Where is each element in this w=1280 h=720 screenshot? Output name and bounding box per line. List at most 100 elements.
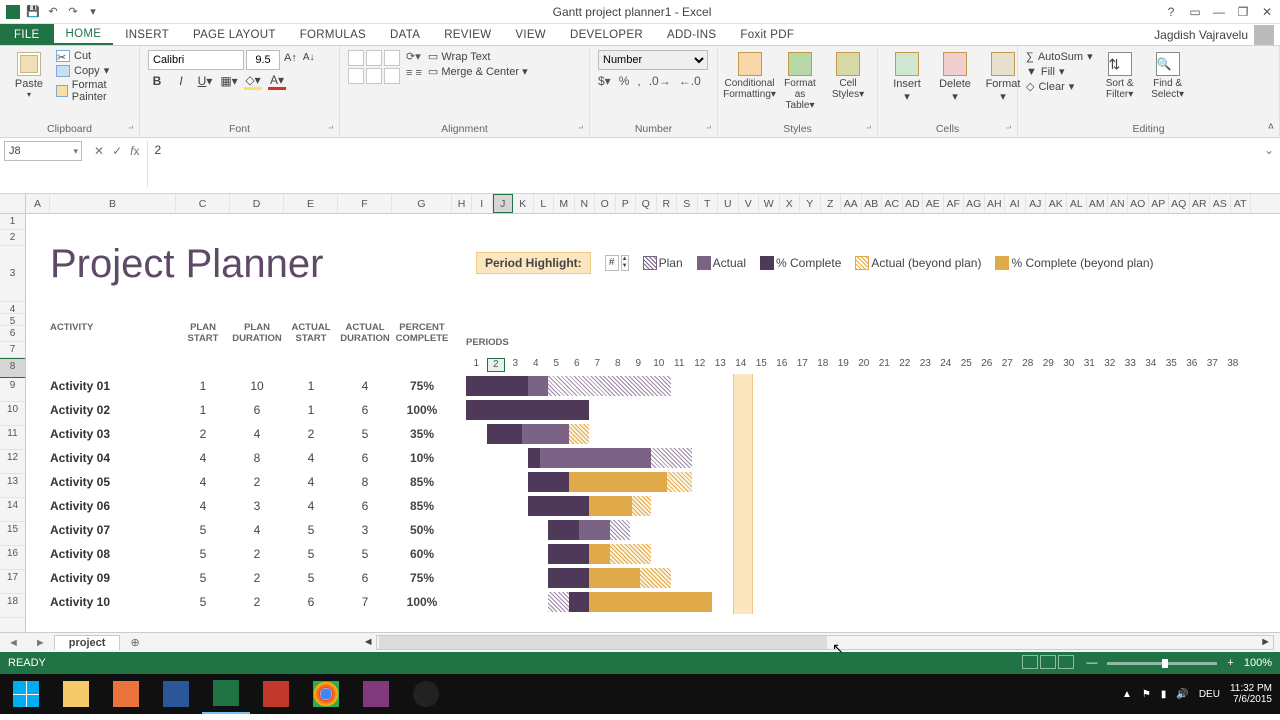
tab-insert[interactable]: INSERT	[113, 24, 181, 45]
copy-button[interactable]: Copy ▾	[56, 64, 131, 77]
fx-icon[interactable]: fx	[130, 144, 139, 158]
system-tray[interactable]: ▲ ⚑ ▮ 🔊 DEU 11:32 PM7/6/2015	[1122, 683, 1280, 705]
tab-file[interactable]: FILE	[0, 24, 54, 45]
taskbar-explorer[interactable]	[52, 674, 100, 714]
worksheet[interactable]: 123456789101112131415161718 Project Plan…	[0, 214, 1280, 632]
help-icon[interactable]: ?	[1164, 5, 1178, 19]
conditional-formatting-button[interactable]: ConditionalFormatting▾	[726, 50, 773, 102]
table-row[interactable]: Activity 105267100%	[50, 590, 452, 614]
account-user[interactable]: Jagdish Vajravelu	[1154, 24, 1280, 45]
format-painter-button[interactable]: Format Painter	[56, 79, 131, 103]
taskbar-chrome[interactable]	[302, 674, 350, 714]
tab-addins[interactable]: ADD-INS	[655, 24, 728, 45]
grow-font-icon[interactable]: A↑	[282, 50, 299, 70]
formula-input[interactable]: 2	[147, 141, 1257, 187]
tray-lang[interactable]: DEU	[1199, 689, 1220, 700]
wrap-text-button[interactable]: ▭ Wrap Text	[428, 50, 528, 63]
collapse-ribbon-icon[interactable]: ˄	[1268, 121, 1274, 133]
table-row[interactable]: Activity 021616100%	[50, 398, 452, 422]
table-row[interactable]: Activity 03242535%	[50, 422, 452, 446]
zoom-out-icon[interactable]: —	[1086, 657, 1097, 669]
table-row[interactable]: Activity 06434685%	[50, 494, 452, 518]
vertical-align[interactable]	[348, 50, 400, 84]
insert-cells-button[interactable]: Insert▾	[886, 50, 928, 105]
tab-data[interactable]: DATA	[378, 24, 432, 45]
fill-button[interactable]: ▼ Fill ▾	[1026, 65, 1093, 78]
shrink-font-icon[interactable]: A↓	[301, 50, 317, 70]
border-button[interactable]: ▦▾	[220, 72, 238, 90]
tab-view[interactable]: VIEW	[503, 24, 558, 45]
table-row[interactable]: Activity 05424885%	[50, 470, 452, 494]
orientation-icon[interactable]: ⟳▾	[406, 50, 422, 63]
name-box[interactable]: J8	[4, 141, 82, 161]
font-name-input[interactable]	[148, 50, 244, 70]
merge-center-button[interactable]: ▭ Merge & Center ▾	[428, 65, 528, 78]
zoom-level[interactable]: 100%	[1244, 657, 1272, 669]
tab-formulas[interactable]: FORMULAS	[288, 24, 378, 45]
period-highlight-spinner[interactable]: # ▲▼	[605, 255, 629, 271]
paste-button[interactable]: Paste▾	[8, 50, 50, 101]
decrease-decimal-icon[interactable]: ←.0	[679, 74, 701, 88]
tab-pagelayout[interactable]: PAGE LAYOUT	[181, 24, 288, 45]
cancel-formula-icon[interactable]: ✕	[94, 144, 104, 158]
tab-developer[interactable]: DEVELOPER	[558, 24, 655, 45]
taskbar-excel[interactable]	[202, 674, 250, 714]
sheet-tab-project[interactable]: project	[54, 635, 121, 650]
comma-format-icon[interactable]: ,	[637, 74, 640, 88]
column-headers[interactable]: ABCDEFGHIJKLMNOPQRSTUVWXYZAAABACADAEAFAG…	[0, 194, 1280, 214]
increase-decimal-icon[interactable]: .0→	[649, 74, 671, 88]
tray-up-icon[interactable]: ▲	[1122, 689, 1132, 700]
table-row[interactable]: Activity 07545350%	[50, 518, 452, 542]
tray-volume-icon[interactable]: 🔊	[1176, 689, 1188, 700]
taskbar-obs[interactable]	[402, 674, 450, 714]
taskbar-app5[interactable]	[252, 674, 300, 714]
find-select-button[interactable]: 🔍Find &Select▾	[1147, 50, 1189, 102]
table-row[interactable]: Activity 04484610%	[50, 446, 452, 470]
new-sheet-button[interactable]: ⊕	[120, 636, 149, 649]
indent-buttons[interactable]: ≡ ≡	[406, 67, 422, 79]
enter-formula-icon[interactable]: ✓	[112, 144, 122, 158]
table-row[interactable]: Activity 011101475%	[50, 374, 452, 398]
fill-color-button[interactable]: ◇▾	[244, 72, 262, 90]
select-all-corner[interactable]	[0, 194, 26, 213]
tab-review[interactable]: REVIEW	[432, 24, 503, 45]
italic-button[interactable]: I	[172, 72, 190, 90]
clear-button[interactable]: ◇ Clear ▾	[1026, 80, 1093, 93]
percent-format-icon[interactable]: %	[619, 74, 630, 88]
underline-button[interactable]: U▾	[196, 72, 214, 90]
bold-button[interactable]: B	[148, 72, 166, 90]
sheet-nav-next-icon[interactable]: ►	[27, 637, 54, 649]
start-button[interactable]	[2, 674, 50, 714]
table-row[interactable]: Activity 08525560%	[50, 542, 452, 566]
taskbar-matlab[interactable]	[102, 674, 150, 714]
cut-button[interactable]: ✂Cut	[56, 50, 131, 62]
save-icon[interactable]: 💾	[26, 5, 40, 19]
expand-formula-icon[interactable]: ⌄	[1258, 141, 1280, 159]
font-size-input[interactable]	[246, 50, 280, 70]
minimize-icon[interactable]: —	[1212, 5, 1226, 19]
delete-cells-button[interactable]: Delete▾	[934, 50, 976, 105]
autosum-button[interactable]: ∑ AutoSum ▾	[1026, 50, 1093, 63]
redo-icon[interactable]: ↷	[66, 5, 80, 19]
table-row[interactable]: Activity 09525675%	[50, 566, 452, 590]
tray-clock[interactable]: 11:32 PM7/6/2015	[1230, 683, 1272, 705]
taskbar-word[interactable]	[152, 674, 200, 714]
font-color-button[interactable]: A▾	[268, 72, 286, 90]
view-buttons[interactable]	[1022, 655, 1076, 672]
horizontal-scrollbar[interactable]: ◄►	[376, 635, 1274, 650]
tab-home[interactable]: HOME	[54, 24, 114, 45]
maximize-icon[interactable]: ❐	[1236, 5, 1250, 19]
row-headers[interactable]: 123456789101112131415161718	[0, 214, 26, 632]
tray-network-icon[interactable]: ▮	[1161, 689, 1167, 700]
sheet-nav-prev-icon[interactable]: ◄	[0, 637, 27, 649]
tab-foxit[interactable]: Foxit PDF	[728, 24, 806, 45]
accounting-format-icon[interactable]: $▾	[598, 74, 611, 88]
number-format-select[interactable]: Number	[598, 50, 708, 70]
taskbar-onenote[interactable]	[352, 674, 400, 714]
sort-filter-button[interactable]: ⇅Sort &Filter▾	[1099, 50, 1141, 102]
zoom-slider[interactable]	[1107, 662, 1217, 665]
zoom-in-icon[interactable]: +	[1227, 657, 1233, 669]
qat-customize-icon[interactable]: ▾	[86, 5, 100, 19]
undo-icon[interactable]: ↶	[46, 5, 60, 19]
close-icon[interactable]: ✕	[1260, 5, 1274, 19]
